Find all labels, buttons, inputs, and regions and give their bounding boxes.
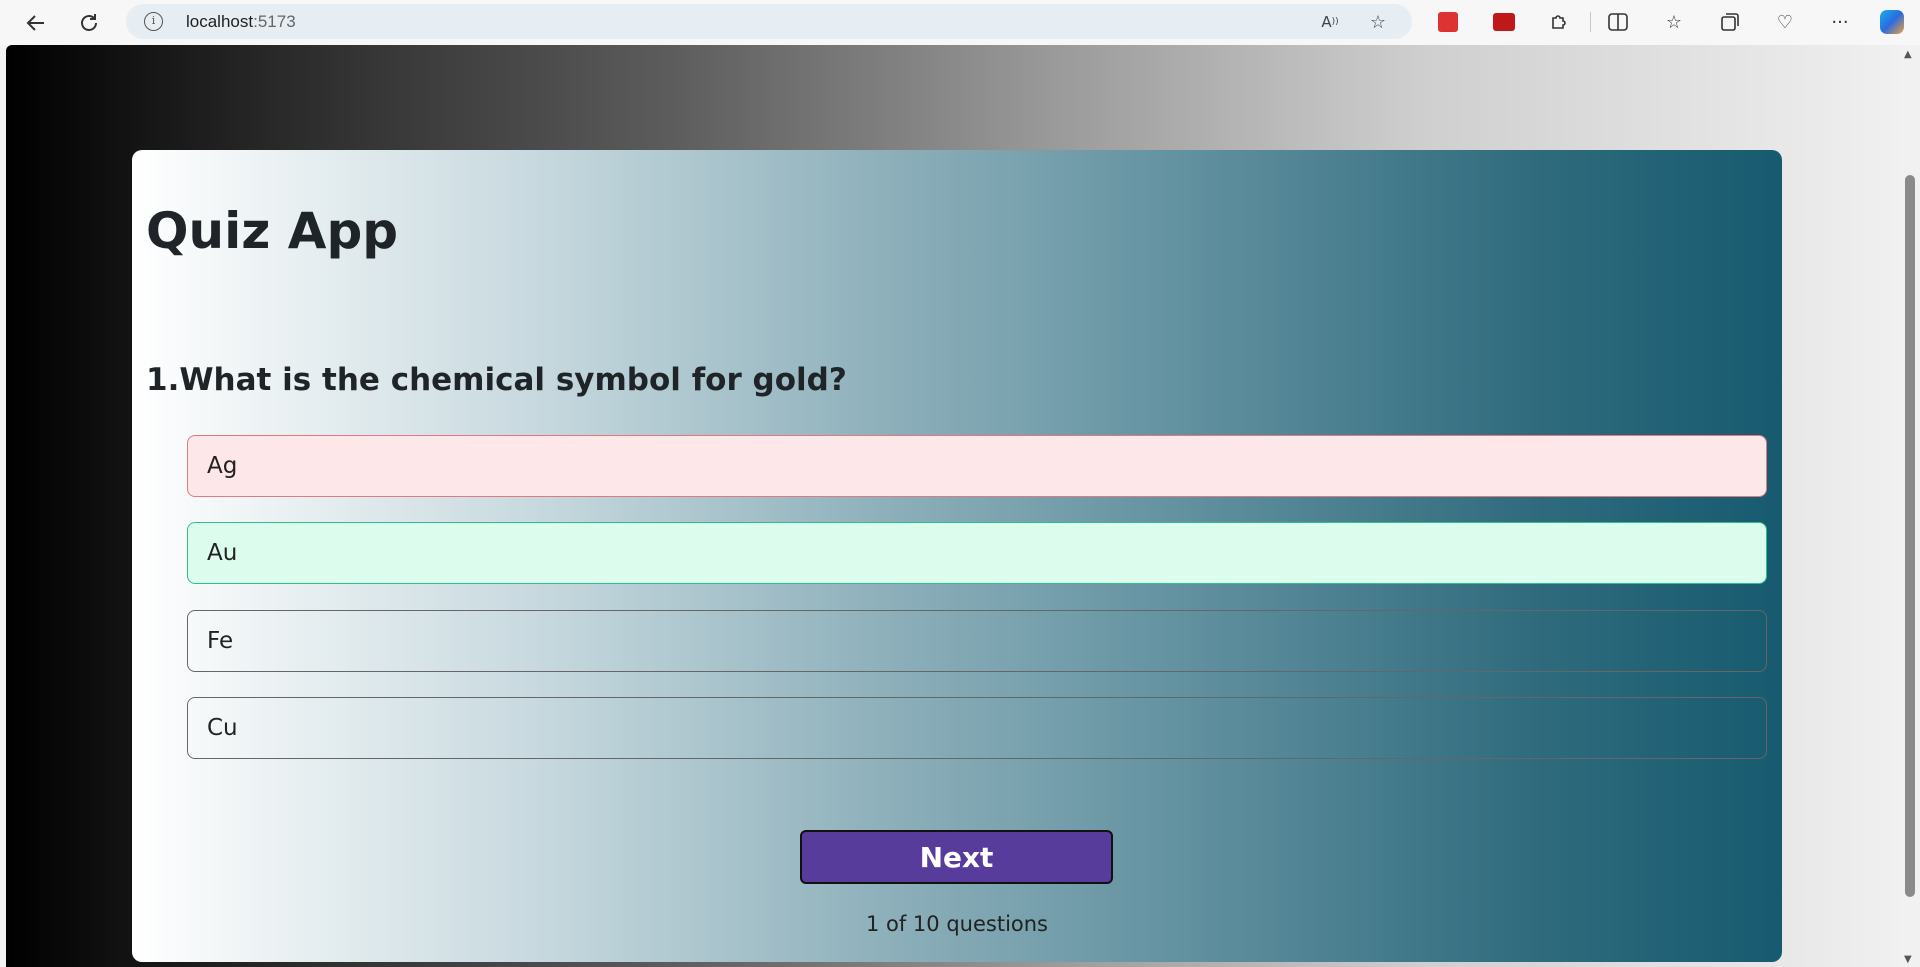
browser-toolbar: i localhost:5173 A)) ☆ ☆ ♡ ··· [0, 0, 1920, 45]
scroll-down-icon[interactable]: ▼ [1904, 954, 1912, 965]
back-icon[interactable] [20, 7, 52, 39]
extension-red-2-icon[interactable] [1490, 8, 1518, 36]
quiz-card: Quiz App 1.What is the chemical symbol f… [132, 150, 1782, 962]
next-button[interactable]: Next [800, 830, 1113, 884]
answer-option-label: Au [207, 540, 238, 566]
answer-option-ag[interactable]: Ag [187, 435, 1767, 497]
favorites-icon[interactable]: ☆ [1660, 8, 1688, 36]
page-scrollbar[interactable]: ▲ ▼ [1900, 45, 1920, 967]
extension-red-icon[interactable] [1434, 8, 1462, 36]
address-bar[interactable]: i localhost:5173 A)) ☆ [126, 4, 1412, 39]
question-progress: 1 of 10 questions [865, 912, 1049, 936]
extensions-puzzle-icon[interactable] [1545, 8, 1573, 36]
scroll-up-icon[interactable]: ▲ [1904, 49, 1912, 60]
info-icon[interactable]: i [144, 12, 163, 31]
page-title: Quiz App [146, 202, 399, 260]
toolbar-divider [1590, 12, 1591, 32]
answer-option-label: Fe [207, 628, 234, 654]
answer-option-label: Ag [207, 453, 238, 479]
collections-icon[interactable] [1716, 8, 1744, 36]
page-background: Quiz App 1.What is the chemical symbol f… [6, 45, 1900, 967]
more-icon[interactable]: ··· [1826, 8, 1854, 36]
answer-option-fe[interactable]: Fe [187, 610, 1767, 672]
copilot-icon[interactable] [1878, 8, 1906, 36]
scrollbar-thumb[interactable] [1905, 175, 1915, 897]
split-screen-icon[interactable] [1604, 8, 1632, 36]
url-text: localhost:5173 [186, 12, 296, 31]
question-text: 1.What is the chemical symbol for gold? [146, 362, 847, 398]
favorite-star-icon[interactable]: ☆ [1366, 10, 1390, 34]
answer-option-cu[interactable]: Cu [187, 697, 1767, 759]
answer-option-label: Cu [207, 715, 238, 741]
browser-essentials-icon[interactable]: ♡ [1771, 8, 1799, 36]
answer-option-au[interactable]: Au [187, 522, 1767, 584]
refresh-icon[interactable] [73, 7, 105, 39]
read-aloud-icon[interactable]: A)) [1318, 10, 1342, 34]
